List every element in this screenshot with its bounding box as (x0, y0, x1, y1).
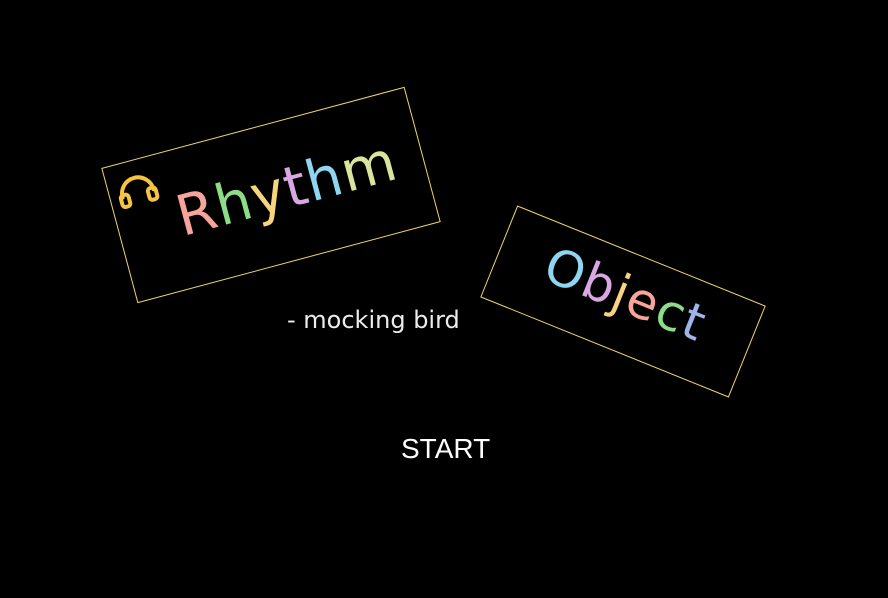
title-screen: Rhythm Object - mocking bird START (0, 0, 888, 598)
start-button[interactable]: START (401, 433, 490, 465)
object-title-frame: Object (480, 205, 766, 398)
rhythm-title-frame: Rhythm (101, 86, 441, 304)
song-subtitle: - mocking bird (287, 306, 460, 334)
rhythm-title: Rhythm (169, 129, 404, 250)
object-title: Object (536, 236, 714, 353)
headphones-icon (118, 175, 160, 209)
